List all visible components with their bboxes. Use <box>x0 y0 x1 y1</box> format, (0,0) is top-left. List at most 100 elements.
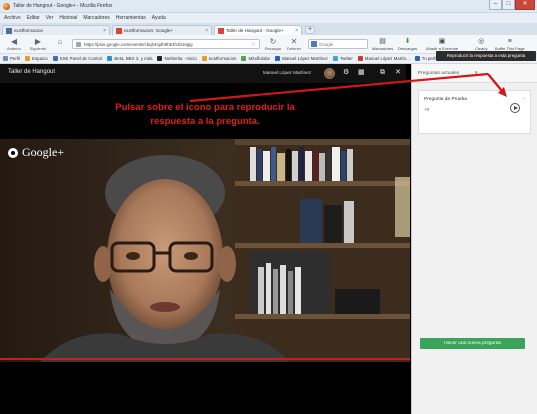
clearly-icon: ◎ <box>478 38 485 45</box>
apps-grid-icon[interactable]: ▦ <box>358 69 365 77</box>
reload-button[interactable]: ↻ Recargar <box>264 37 282 51</box>
evernote-icon: ▣ <box>438 38 446 45</box>
site-icon <box>357 56 363 61</box>
download-arrow-icon: ⬇ <box>404 38 411 45</box>
forward-label: Siguiente <box>29 46 47 51</box>
search-engine-icon <box>311 41 317 47</box>
user-avatar[interactable] <box>324 68 335 79</box>
clearly-button[interactable]: ◎ Clearly <box>475 37 487 51</box>
bookmark-item[interactable]: Manuel López Martínez <box>274 56 328 61</box>
bookmark-star-icon[interactable]: ☆ <box>251 41 256 48</box>
elm-favicon-icon <box>6 27 12 34</box>
tab-bar: eLMformacion × eLMformacion: Google+ × T… <box>0 23 537 35</box>
stop-button[interactable]: ✕ Detener <box>285 37 303 51</box>
question-plus-count[interactable]: +0 <box>424 107 429 112</box>
tab-taller-hangout[interactable]: Taller de Hangout - Google+ × <box>214 25 302 35</box>
close-tab-icon[interactable]: × <box>295 28 298 34</box>
new-question-button[interactable]: Hacer una nueva pregunta <box>420 338 525 349</box>
menu-ayuda[interactable]: Ayuda <box>152 15 166 21</box>
back-label: Anterior <box>6 46 21 51</box>
bookmark-item[interactable]: Espacio <box>25 56 48 61</box>
menu-marcadores[interactable]: Marcadores <box>83 15 109 21</box>
bookmark-item[interactable]: eLMformacion <box>201 56 236 61</box>
window-title: Taller de Hangout - Google+ - Mozilla Fi… <box>13 3 113 9</box>
google-plus-label: Google+ <box>22 145 65 159</box>
tool-label: Descargas <box>398 46 418 51</box>
hangout-title: Taller de Hangout <box>8 69 56 75</box>
site-identity-icon <box>76 41 81 47</box>
star-icon <box>25 56 31 61</box>
bookmark-item[interactable]: Perfil <box>3 56 20 61</box>
panel-header: Preguntas actuales ▾ <box>412 64 537 83</box>
bookmark-label: Espacio <box>32 56 48 61</box>
linkedin-icon <box>274 56 280 61</box>
bookmarks-icon: ▤ <box>379 38 386 45</box>
hangout-logo-icon <box>8 147 18 158</box>
address-bar[interactable]: ☆ <box>72 39 260 49</box>
hangout-topbar: Taller de Hangout Manuel López Martínez … <box>0 64 406 83</box>
menu-editar[interactable]: Editar <box>27 15 40 21</box>
bookmark-label: Mindfulube <box>248 56 270 61</box>
tab-elmformacion[interactable]: eLMformacion × <box>2 25 110 35</box>
current-questions-dropdown[interactable]: Preguntas actuales <box>418 71 459 76</box>
googleplus-favicon-icon <box>116 27 122 34</box>
menu-herramientas[interactable]: Herramientas <box>116 15 146 21</box>
bookmark-label: SSE Panel de Control <box>59 56 103 61</box>
video-feed <box>0 139 410 362</box>
bookmark-item[interactable]: Mindfulube <box>241 56 270 61</box>
site-icon <box>241 56 247 61</box>
questions-panel: Preguntas actuales ▾ ⌄ Pregunta de Prueb… <box>411 64 537 414</box>
bookmark-item[interactable]: Twitter <box>332 56 353 61</box>
panel-icon <box>52 56 58 61</box>
home-button[interactable]: ⌂ <box>52 37 68 46</box>
search-input[interactable] <box>319 41 367 47</box>
close-window-button[interactable]: ✕ <box>515 0 535 10</box>
presenter-video-image <box>0 139 410 362</box>
forward-button[interactable]: ▶ Siguiente <box>26 37 50 51</box>
chevron-down-icon[interactable]: ⌄ <box>522 95 526 101</box>
play-answer-tooltip: Reproducir la respuesta a esta pregunta <box>436 51 536 61</box>
search-bar[interactable] <box>308 39 368 49</box>
url-input[interactable] <box>84 41 254 47</box>
close-tab-icon[interactable]: × <box>103 28 106 34</box>
menu-ver[interactable]: Ver <box>46 15 54 21</box>
close-hangout-icon[interactable]: ✕ <box>395 69 401 77</box>
bookmark-item[interactable]: Manuel López Martín... <box>357 56 410 61</box>
bookmark-label: Manuel López Martínez <box>281 56 328 61</box>
close-tab-icon[interactable]: × <box>205 28 208 34</box>
tool-label: Marcadores <box>372 46 394 51</box>
instruction-line-1: Pulsar sobre el icono para reproducir la <box>115 102 295 113</box>
site-icon <box>107 56 113 61</box>
hangout-app: Taller de Hangout Manuel López Martínez … <box>0 64 537 414</box>
user-name[interactable]: Manuel López Martínez <box>263 70 311 75</box>
stop-label: Detener <box>286 46 302 51</box>
bookmark-item[interactable]: Nerberita - Inicio <box>157 56 197 61</box>
tab-label: Taller de Hangout - Google+ <box>226 28 284 33</box>
bookmark-label: Nerberita - Inicio <box>164 56 197 61</box>
twitter-icon <box>332 56 338 61</box>
maximize-button[interactable]: □ <box>502 0 515 10</box>
evernote-button[interactable]: ▣ Añadir a Evernote <box>426 37 458 51</box>
folder-icon <box>3 56 8 61</box>
tab-elmformacion-googleplus[interactable]: eLMformacion: Google+ × <box>112 25 212 35</box>
minimize-button[interactable]: – <box>489 0 502 10</box>
back-button[interactable]: ◀ Anterior <box>3 37 25 51</box>
settings-gear-icon[interactable]: ⚙ <box>343 69 349 77</box>
bookmark-item[interactable]: Beta, BBX 3, y más <box>107 56 152 61</box>
menu-archivo[interactable]: Archivo <box>4 15 21 21</box>
window-titlebar: Taller de Hangout - Google+ - Mozilla Fi… <box>0 0 537 13</box>
googleplus-favicon-icon <box>218 27 224 34</box>
chevron-down-icon[interactable]: ▾ <box>475 70 478 76</box>
bookmark-item[interactable]: SSE Panel de Control <box>52 56 103 61</box>
downloads-button[interactable]: ⬇ Descargas <box>398 37 417 51</box>
reload-icon: ↻ <box>269 37 277 46</box>
instruction-line-2: respuesta a la pregunta. <box>150 116 260 127</box>
question-card[interactable]: ⌄ Pregunta de Prueba +0 <box>418 90 531 134</box>
bookmarks-toolbar-button[interactable]: ▤ Marcadores <box>372 37 393 51</box>
menu-historial[interactable]: Historial <box>59 15 77 21</box>
new-tab-button[interactable]: + <box>305 26 315 34</box>
play-icon <box>513 106 518 110</box>
play-answer-button[interactable] <box>510 103 520 113</box>
buffer-button[interactable]: ≡ Buffer This Page <box>495 37 525 51</box>
popout-icon[interactable]: ⧉ <box>380 69 385 77</box>
